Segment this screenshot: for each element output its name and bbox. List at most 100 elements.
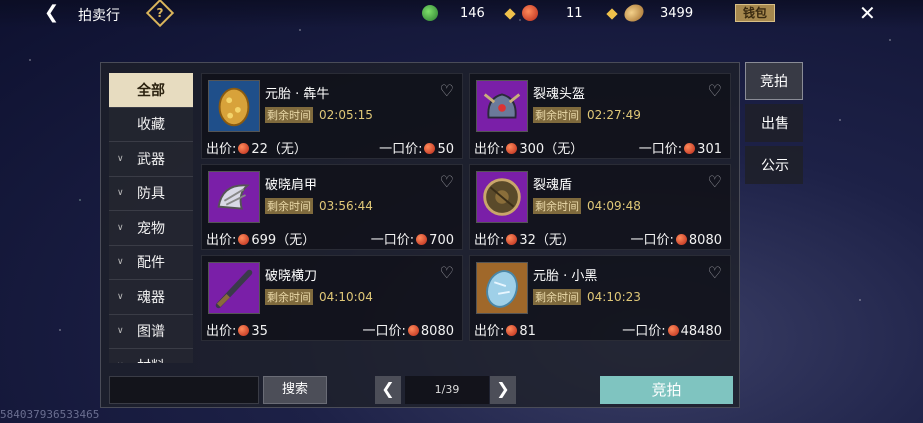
top-bar: ❮ 拍卖行 ? 146 11 3499 钱包 ✕	[0, 0, 923, 28]
bid-label: 出价:	[474, 233, 505, 248]
auction-panel: 全部 收藏 ∨ 武器 ∨ 防具 ∨ 宠物 ∨ 配件 ∨ 魂器 ∨ 图谱 ∨ 材料 元胎 · 犇…	[100, 62, 740, 408]
tab-public[interactable]: 公示	[745, 146, 803, 184]
price-row: 出价: 699（无） 一口价: 700	[206, 229, 460, 248]
bottom-bar: 搜索 ❮ 1/39 ❯ 竞拍	[109, 374, 733, 404]
egg-item-icon	[476, 262, 528, 314]
heart-icon[interactable]: ♡	[708, 172, 722, 191]
buyout-value: 8080	[688, 233, 722, 248]
heart-icon[interactable]: ♡	[708, 263, 722, 282]
chevron-down-icon: ∨	[117, 361, 124, 363]
bid-label: 出价:	[206, 324, 237, 339]
search-input[interactable]	[109, 376, 259, 404]
sidebar-item-label: 防具	[137, 186, 165, 203]
sidebar-item-favorites[interactable]: 收藏	[109, 107, 193, 142]
item-card[interactable]: 元胎 · 小黑 ♡ 剩余时间 04:10:23 出价: 81 一口价: 48480	[469, 255, 731, 341]
chevron-down-icon: ∨	[117, 188, 124, 199]
heart-icon[interactable]: ♡	[440, 263, 454, 282]
separator-diamond-icon	[504, 8, 516, 20]
heart-icon[interactable]: ♡	[708, 81, 722, 100]
bid-button[interactable]: 竞拍	[600, 376, 733, 404]
chevron-down-icon: ∨	[117, 291, 124, 302]
sidebar-item-pets[interactable]: ∨ 宠物	[109, 211, 193, 246]
chevron-down-icon: ∨	[117, 153, 124, 164]
buyout-label: 一口价:	[370, 233, 415, 248]
bid-value: 300（无）	[519, 142, 584, 157]
heart-icon[interactable]: ♡	[440, 81, 454, 100]
timer-label: 剩余时间	[265, 289, 313, 305]
sidebar-item-label: 收藏	[137, 117, 165, 134]
item-name: 裂魂头盔	[533, 87, 586, 102]
sidebar-item-all[interactable]: 全部	[109, 73, 193, 108]
bid-value: 22（无）	[251, 142, 307, 157]
buyout-value: 8080	[420, 324, 454, 339]
sidebar-item-label: 材料	[137, 356, 165, 363]
sidebar-item-soulware[interactable]: ∨ 魂器	[109, 280, 193, 315]
timer-value: 03:56:44	[319, 199, 373, 213]
red-gem-icon	[506, 143, 518, 154]
red-gem-icon	[238, 234, 250, 245]
sidebar-item-label: 图谱	[137, 324, 165, 341]
item-card[interactable]: 破晓横刀 ♡ 剩余时间 04:10:04 出价: 35 一口价: 8080	[201, 255, 463, 341]
item-name: 裂魂盾	[533, 178, 573, 193]
item-card[interactable]: 裂魂盾 ♡ 剩余时间 04:09:48 出价: 32（无） 一口价: 8080	[469, 164, 731, 250]
buyout-value: 50	[437, 142, 454, 157]
price-row: 出价: 300（无） 一口价: 301	[474, 138, 728, 157]
item-timer: 剩余时间 03:56:44	[265, 198, 373, 214]
bid-label: 出价:	[206, 142, 237, 157]
back-arrow-icon[interactable]: ❮	[44, 2, 59, 23]
bid-label: 出价:	[474, 324, 505, 339]
sidebar-item-recipes[interactable]: ∨ 图谱	[109, 314, 193, 349]
search-button[interactable]: 搜索	[263, 376, 327, 404]
next-page-icon[interactable]: ❯	[490, 376, 516, 404]
mode-tabs: 竞拍 出售 公示	[745, 62, 803, 188]
currency-gold-value: 3499	[660, 5, 694, 21]
close-icon[interactable]: ✕	[859, 1, 876, 25]
buyout-label: 一口价:	[362, 324, 406, 339]
timer-value: 04:09:48	[587, 199, 641, 213]
red-gem-icon	[667, 325, 679, 336]
item-timer: 剩余时间 04:09:48	[533, 198, 641, 214]
currency-red-gem: 11	[522, 4, 583, 22]
blade-item-icon	[208, 262, 260, 314]
red-gem-icon	[684, 143, 696, 154]
tab-bid[interactable]: 竞拍	[745, 62, 803, 100]
help-icon[interactable]: ?	[145, 0, 175, 28]
timer-label: 剩余时间	[533, 289, 581, 305]
buyout-label: 一口价:	[622, 324, 666, 339]
sidebar-item-weapons[interactable]: ∨ 武器	[109, 142, 193, 177]
sidebar-item-accessories[interactable]: ∨ 配件	[109, 245, 193, 280]
item-card[interactable]: 裂魂头盔 ♡ 剩余时间 02:27:49 出价: 300（无） 一口价: 301	[469, 73, 731, 159]
shoulder-armor-item-icon	[208, 171, 260, 223]
prev-page-icon[interactable]: ❮	[375, 376, 401, 404]
timer-label: 剩余时间	[265, 107, 313, 123]
bid-value: 81	[519, 324, 536, 339]
item-name: 元胎 · 犇牛	[265, 87, 330, 102]
sidebar-item-label: 全部	[137, 82, 165, 99]
jade-coin-icon	[422, 5, 438, 21]
wallet-button[interactable]: 钱包	[735, 4, 775, 22]
sidebar-item-label: 武器	[137, 151, 165, 168]
item-name: 破晓肩甲	[265, 178, 318, 193]
red-gem-icon	[522, 5, 538, 21]
currency-gold: 3499	[621, 1, 694, 25]
separator-diamond-icon	[606, 8, 618, 20]
red-gem-icon	[238, 143, 250, 154]
item-card[interactable]: 元胎 · 犇牛 ♡ 剩余时间 02:05:15 出价: 22（无） 一口价: 50	[201, 73, 463, 159]
gold-ingot-icon	[621, 1, 647, 25]
item-card[interactable]: 破晓肩甲 ♡ 剩余时间 03:56:44 出价: 699（无） 一口价: 700	[201, 164, 463, 250]
chevron-down-icon: ∨	[117, 326, 124, 337]
sidebar-item-materials[interactable]: ∨ 材料	[109, 349, 193, 363]
item-timer: 剩余时间 04:10:04	[265, 289, 373, 305]
buyout-value: 700	[429, 233, 454, 248]
price-row: 出价: 35 一口价: 8080	[206, 320, 460, 339]
helmet-item-icon	[476, 80, 528, 132]
currency-jade: 146	[422, 4, 485, 22]
heart-icon[interactable]: ♡	[440, 172, 454, 191]
red-gem-icon	[238, 325, 250, 336]
egg-item-icon	[208, 80, 260, 132]
sidebar-item-armor[interactable]: ∨ 防具	[109, 176, 193, 211]
tab-sell[interactable]: 出售	[745, 104, 803, 142]
buyout-label: 一口价:	[379, 142, 423, 157]
buyout-value: 301	[697, 142, 722, 157]
price-row: 出价: 81 一口价: 48480	[474, 320, 728, 339]
